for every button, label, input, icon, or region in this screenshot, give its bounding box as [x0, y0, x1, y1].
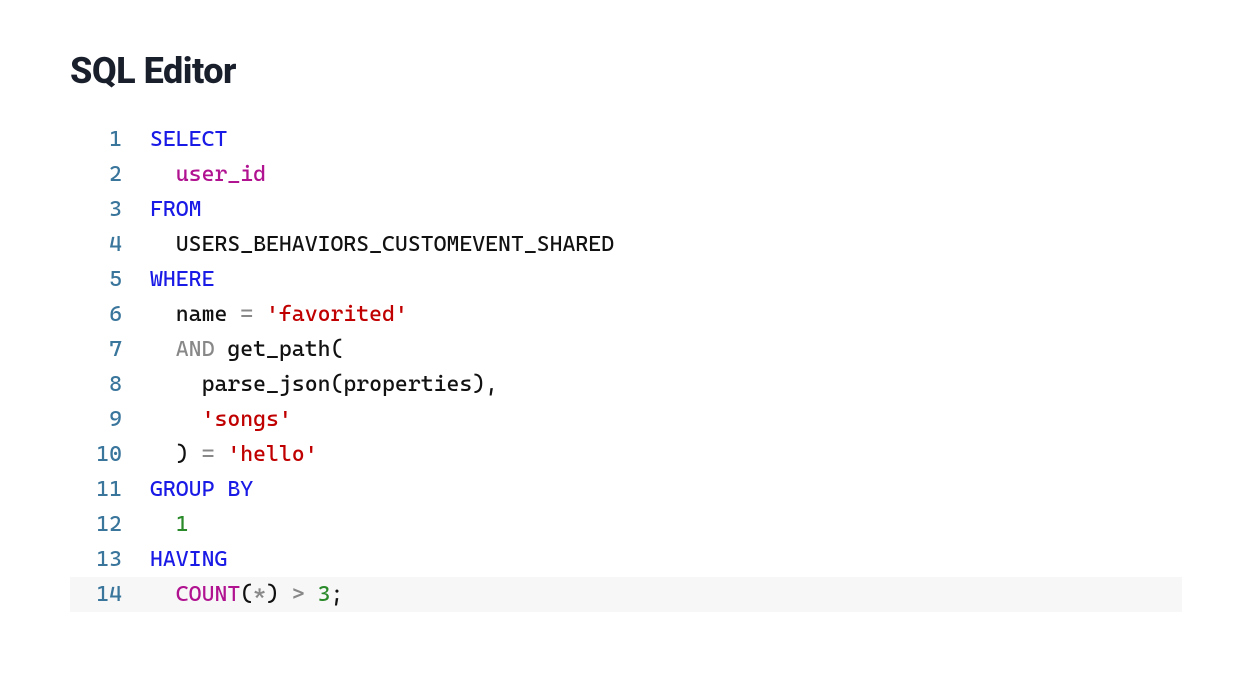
code-line[interactable]: 2 user_id [70, 157, 1182, 192]
code-content[interactable]: parse_json(properties), [150, 367, 1182, 402]
code-content[interactable]: SELECT [150, 122, 1182, 157]
line-number: 13 [70, 542, 150, 577]
code-line[interactable]: 1SELECT [70, 122, 1182, 157]
code-content[interactable]: HAVING [150, 542, 1182, 577]
code-content[interactable]: 1 [150, 507, 1182, 542]
code-content[interactable]: 'songs' [150, 402, 1182, 437]
code-line[interactable]: 3FROM [70, 192, 1182, 227]
line-number: 2 [70, 157, 150, 192]
code-content[interactable]: user_id [150, 157, 1182, 192]
line-number: 10 [70, 437, 150, 472]
line-number: 1 [70, 122, 150, 157]
line-number: 8 [70, 367, 150, 402]
sql-editor[interactable]: 1SELECT2 user_id3FROM4 USERS_BEHAVIORS_C… [70, 122, 1182, 612]
code-content[interactable]: ) = 'hello' [150, 437, 1182, 472]
line-number: 9 [70, 402, 150, 437]
code-line[interactable]: 10 ) = 'hello' [70, 437, 1182, 472]
line-number: 6 [70, 297, 150, 332]
code-content[interactable]: AND get_path( [150, 332, 1182, 367]
code-content[interactable]: GROUP BY [150, 472, 1182, 507]
code-content[interactable]: name = 'favorited' [150, 297, 1182, 332]
code-line[interactable]: 4 USERS_BEHAVIORS_CUSTOMEVENT_SHARED [70, 227, 1182, 262]
code-line[interactable]: 7 AND get_path( [70, 332, 1182, 367]
code-content[interactable]: WHERE [150, 262, 1182, 297]
code-line[interactable]: 8 parse_json(properties), [70, 367, 1182, 402]
line-number: 12 [70, 507, 150, 542]
line-number: 14 [70, 577, 150, 612]
code-line[interactable]: 9 'songs' [70, 402, 1182, 437]
line-number: 3 [70, 192, 150, 227]
code-content[interactable]: FROM [150, 192, 1182, 227]
code-content[interactable]: COUNT(*) > 3; [150, 577, 1182, 612]
code-line[interactable]: 6 name = 'favorited' [70, 297, 1182, 332]
code-line[interactable]: 12 1 [70, 507, 1182, 542]
code-line[interactable]: 13HAVING [70, 542, 1182, 577]
line-number: 7 [70, 332, 150, 367]
code-line[interactable]: 11GROUP BY [70, 472, 1182, 507]
code-line[interactable]: 5WHERE [70, 262, 1182, 297]
code-line[interactable]: 14 COUNT(*) > 3; [70, 577, 1182, 612]
line-number: 11 [70, 472, 150, 507]
line-number: 5 [70, 262, 150, 297]
page-title: SQL Editor [70, 50, 1182, 92]
code-content[interactable]: USERS_BEHAVIORS_CUSTOMEVENT_SHARED [150, 227, 1182, 262]
line-number: 4 [70, 227, 150, 262]
